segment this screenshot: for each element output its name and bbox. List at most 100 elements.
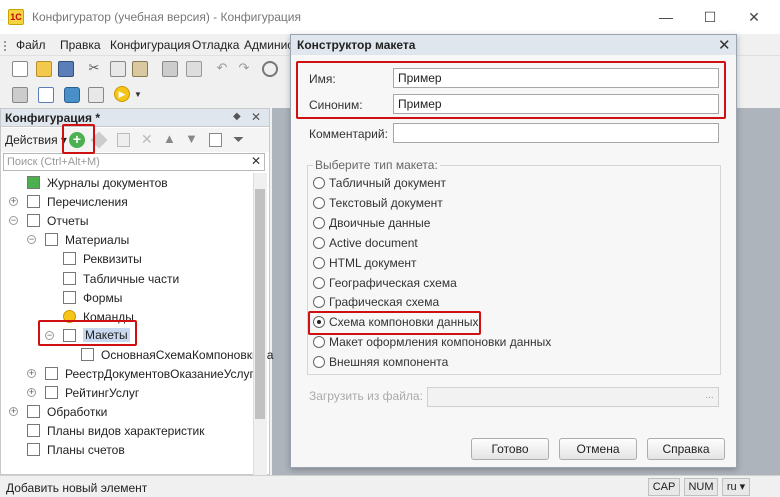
tree-item[interactable]: Планы видов характеристик [1,422,251,441]
browse-button[interactable]: ... [701,388,718,406]
dialog-close-icon[interactable]: ✕ [718,36,731,54]
table-tool-icon[interactable] [88,87,104,103]
tree-item[interactable]: Табличные части [1,270,251,289]
save-icon[interactable] [58,61,74,77]
tree-item[interactable]: + РейтингУслуг [1,384,251,403]
type-radio-option[interactable]: Схема компоновки данных [313,314,573,332]
tool-icon-1[interactable] [12,87,28,103]
database-icon[interactable] [64,87,80,103]
maximize-button[interactable]: ☐ [690,6,730,28]
menu-debug[interactable]: Отладка [192,38,239,52]
expand-icon[interactable]: + [27,369,36,378]
expand-icon[interactable]: + [9,197,18,207]
cancel-button[interactable]: Отмена [559,438,637,460]
cut-icon[interactable]: ✂ [86,61,102,77]
help-button[interactable]: Справка [647,438,725,460]
paste-icon[interactable] [132,61,148,77]
done-button[interactable]: Готово [471,438,549,460]
undo-icon[interactable]: ↶ [214,60,230,76]
new-document-icon[interactable] [12,61,28,77]
synonym-field[interactable]: Пример [393,94,719,114]
menu-edit[interactable]: Правка [60,38,101,52]
search-clear-icon[interactable]: ✕ [251,154,261,168]
type-radio-option[interactable]: Текстовый документ [313,195,573,213]
radio-circle-icon[interactable] [313,177,325,189]
comment-field[interactable] [393,123,719,143]
menu-grip-icon [4,41,7,51]
language-selector[interactable]: ru ▾ [722,478,750,496]
copy-icon[interactable] [110,61,126,77]
edit-icon[interactable] [90,131,108,149]
redo-icon[interactable]: ↷ [236,60,252,76]
add-icon[interactable]: + [69,132,85,148]
radio-circle-icon[interactable] [313,356,325,369]
radio-circle-icon[interactable] [313,236,325,249]
type-radio-option[interactable]: HTML документ [313,255,573,273]
name-field[interactable]: Пример [393,68,719,88]
radio-circle-icon[interactable] [313,296,325,309]
pin-icon[interactable]: ◆ [233,111,241,122]
expand-icon[interactable]: + [9,407,18,417]
radio-circle-icon[interactable] [313,196,325,209]
radio-circle-icon[interactable] [313,316,325,329]
type-radio-option[interactable]: Географическая схема [313,275,573,293]
print-icon[interactable] [162,61,178,77]
move-up-icon[interactable]: ▲ [163,131,176,146]
tree-item[interactable]: Формы [1,289,251,308]
type-radio-option[interactable]: Внешняя компонента [313,354,573,372]
preview-icon[interactable] [186,61,202,77]
type-radio-option[interactable]: Табличный документ [313,175,573,193]
menu-admin[interactable]: Админис [244,38,293,52]
collapse-icon[interactable]: − [9,216,18,226]
search-input[interactable]: Поиск (Ctrl+Alt+M) [3,153,265,171]
radio-circle-icon[interactable] [313,256,325,269]
panel-title: Конфигурация * [5,111,101,125]
status-text: Добавить новый элемент [6,481,148,495]
type-radio-option[interactable]: Двоичные данные [313,215,573,233]
copy-item-icon[interactable] [117,133,130,147]
minimize-button[interactable]: — [646,6,686,28]
dropdown-arrow-icon[interactable]: ▼ [134,90,142,99]
radio-circle-icon[interactable] [313,216,325,229]
menu-configuration[interactable]: Конфигурация [110,38,191,52]
tree-item[interactable]: Команды [1,308,251,327]
app-logo-icon: 1С [8,9,24,25]
type-radio-option[interactable]: Графическая схема [313,294,573,312]
tree-item[interactable]: + Перечисления [1,193,251,212]
scrollbar-thumb[interactable] [255,189,265,419]
menu-file[interactable]: Файл [16,38,46,52]
collapse-icon[interactable]: − [45,330,54,340]
delete-icon[interactable]: ✕ [141,131,153,148]
tree-item-label: Журналы документов [47,176,168,190]
properties-icon[interactable] [209,133,222,147]
tree-item[interactable]: Журналы документов [1,174,251,193]
type-radio-option[interactable]: Active document [313,235,573,253]
collapse-icon[interactable]: − [27,235,36,245]
actions-menu[interactable]: Действия ▾ [5,133,67,147]
tree-item[interactable]: + Обработки [1,403,251,422]
load-from-file-input[interactable] [427,387,719,407]
tree-item[interactable]: − Макеты [1,327,251,346]
expand-icon[interactable]: + [27,388,36,398]
tree-item[interactable]: + РеестрДокументовОказаниеУслуги [1,365,261,384]
tree-item-label: РейтингУслуг [65,386,140,401]
tree-item[interactable]: ОсновнаяСхемаКомпоновкиДа [1,346,273,365]
plan-icon [27,424,40,438]
tree-item[interactable]: Планы счетов [1,441,251,460]
open-folder-icon[interactable] [36,61,52,77]
close-window-button[interactable]: ✕ [734,6,774,28]
tree-item-label: Отчеты [47,214,89,229]
panel-close-icon[interactable]: ✕ [251,110,261,124]
run-debug-icon[interactable]: ▶ [114,86,130,102]
find-icon[interactable] [262,61,278,77]
move-down-icon[interactable]: ▼ [185,131,198,146]
radio-circle-icon[interactable] [313,276,325,289]
tree-item[interactable]: Реквизиты [1,250,251,269]
type-radio-option[interactable]: Макет оформления компоновки данных [313,334,573,352]
calculator-icon[interactable] [38,87,54,103]
filter-icon[interactable]: ⏷ [233,131,244,148]
tree-item[interactable]: − Отчеты [1,212,251,231]
radio-circle-icon[interactable] [313,336,325,349]
type-radio-label: Текстовый документ [329,195,443,210]
tree-item[interactable]: − Материалы [1,231,251,250]
